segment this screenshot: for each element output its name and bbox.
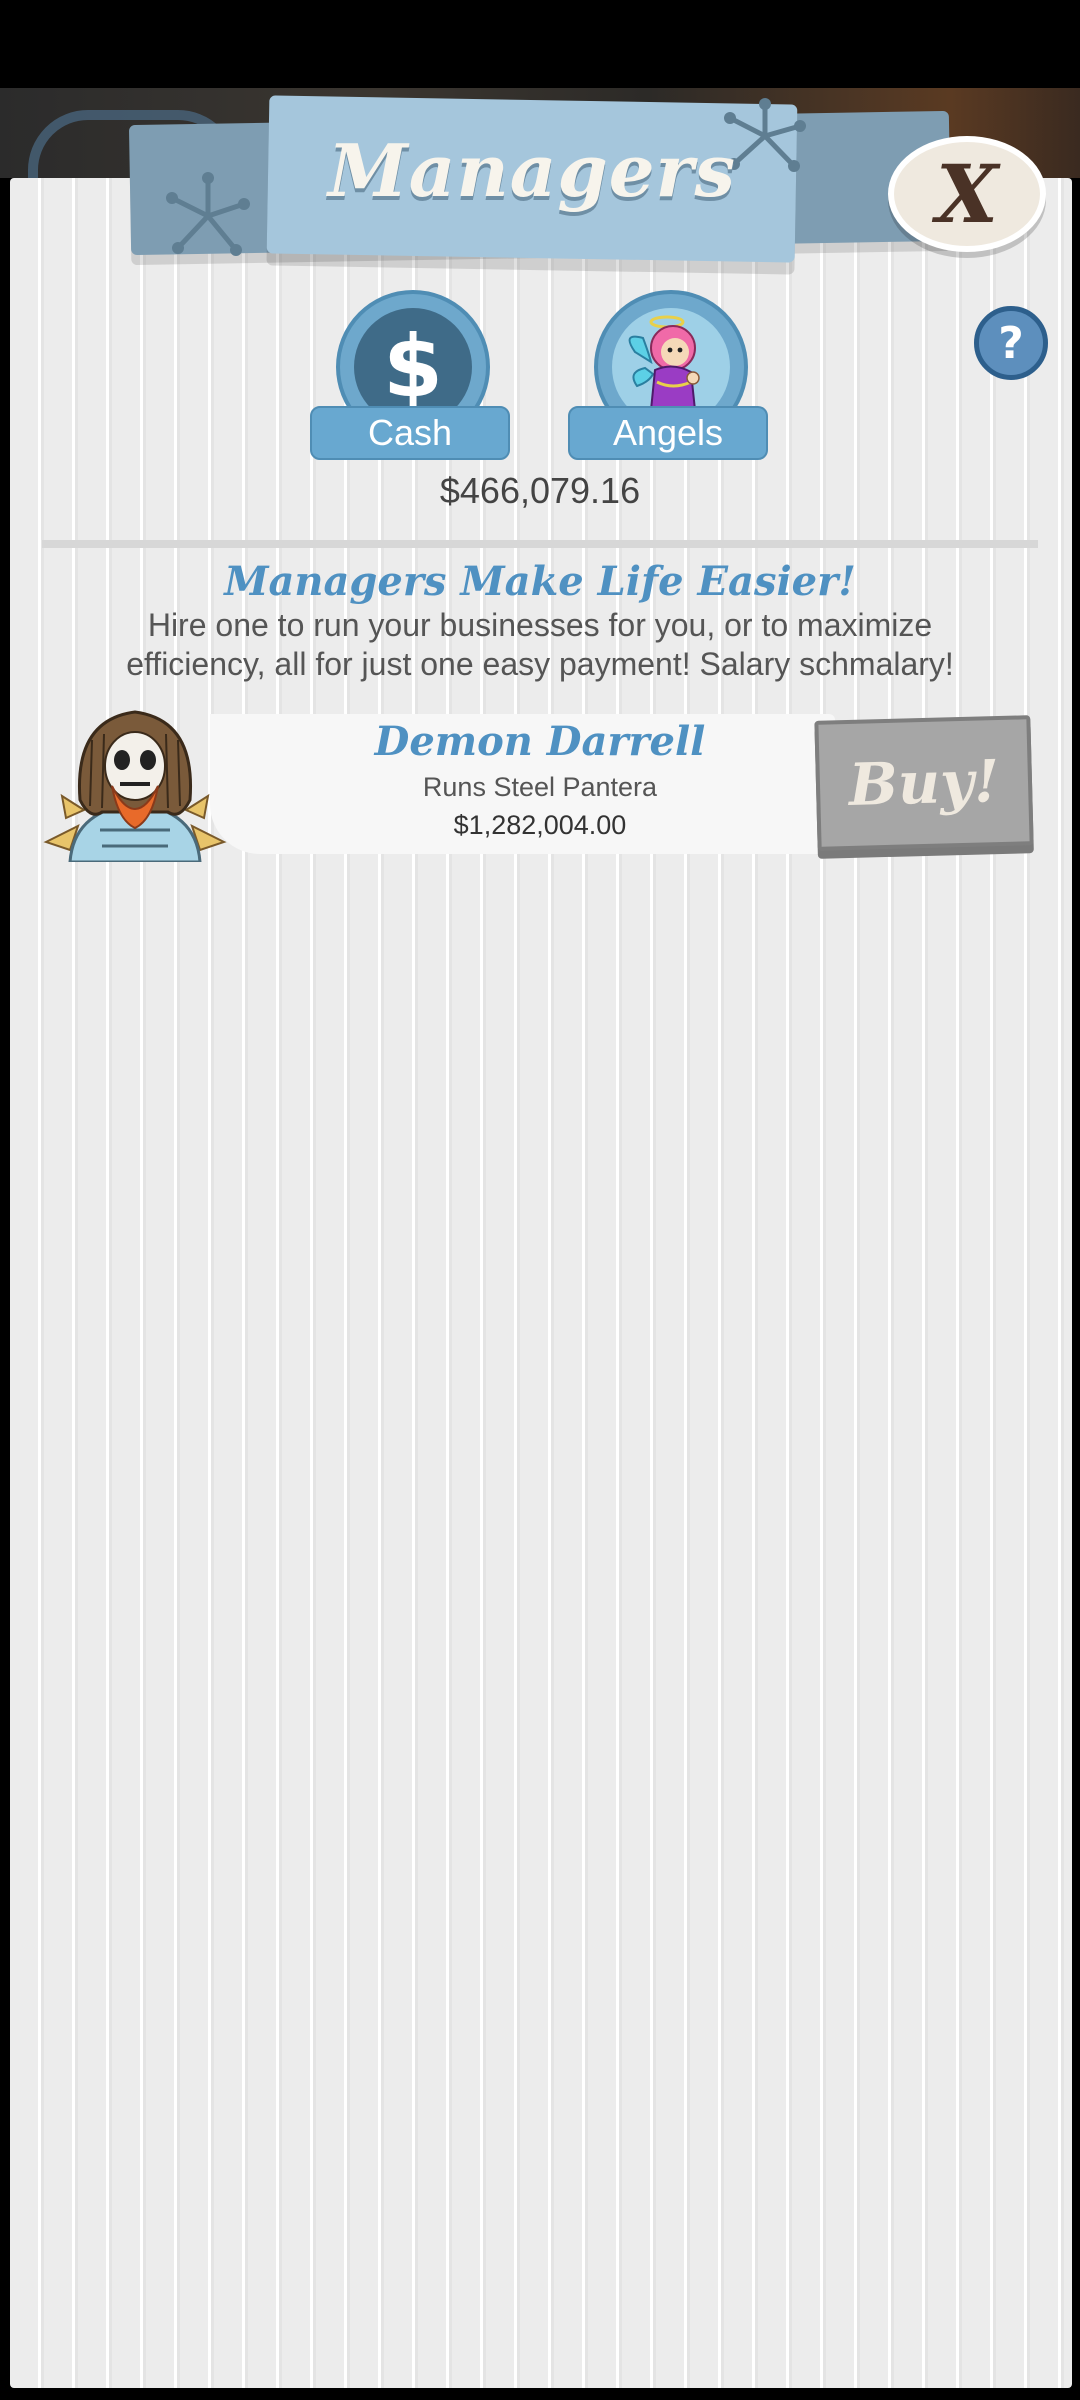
- intro-heading: Managers Make Life Easier!: [224, 558, 856, 605]
- page-title: Managers: [328, 128, 736, 213]
- tab-cash[interactable]: $ Cash: [310, 290, 510, 460]
- question-mark-icon: ?: [998, 317, 1024, 369]
- manager-name: Demon Darrell: [374, 718, 706, 765]
- help-button[interactable]: ?: [974, 306, 1048, 380]
- cash-balance: $466,079.16: [439, 470, 641, 511]
- tab-angels[interactable]: Angels: [568, 290, 768, 460]
- starburst-icon: [166, 172, 250, 256]
- close-button[interactable]: X: [888, 136, 1046, 252]
- system-status-bar: [0, 0, 1080, 88]
- close-icon: X: [935, 147, 999, 241]
- manager-price: $1,282,004.00: [453, 810, 627, 840]
- buy-manager-button[interactable]: Buy!: [814, 715, 1034, 851]
- intro-description: Hire one to run your businesses for you,…: [126, 607, 954, 683]
- buy-button-label: Buy!: [847, 747, 1001, 819]
- tab-cash-label: Cash: [310, 406, 510, 460]
- tab-angels-label: Angels: [568, 406, 768, 460]
- manager-business: Runs Steel Pantera: [422, 772, 658, 802]
- divider: [42, 540, 1038, 548]
- demon-manager-avatar-icon: [40, 700, 230, 862]
